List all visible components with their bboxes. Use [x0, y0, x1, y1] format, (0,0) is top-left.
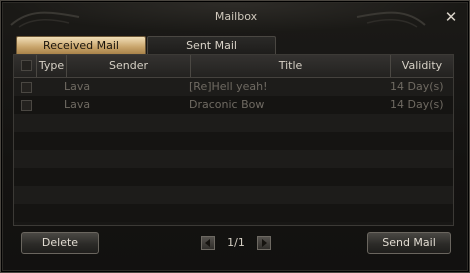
column-validity: Validity [390, 55, 453, 77]
empty-row [14, 204, 453, 222]
close-icon[interactable]: ✕ [441, 7, 461, 27]
table-row[interactable]: Lava [Re]Hell yeah! 14 Day(s) [14, 78, 453, 96]
select-all-checkbox[interactable] [21, 60, 32, 71]
row-sender: Lava [64, 80, 91, 93]
empty-row [14, 150, 453, 168]
empty-row [14, 132, 453, 150]
delete-button[interactable]: Delete [21, 232, 99, 254]
column-type: Type [36, 55, 66, 77]
mailbox-window: Mailbox ✕ Received Mail Sent Mail Type S… [0, 0, 470, 273]
row-validity: 14 Day(s) [390, 98, 444, 111]
empty-row [14, 186, 453, 204]
tab-received-mail[interactable]: Received Mail [16, 36, 146, 55]
empty-row [14, 114, 453, 132]
table-header: Type Sender Title Validity [14, 55, 453, 78]
column-title: Title [190, 55, 390, 77]
row-sender: Lava [64, 98, 91, 111]
row-checkbox[interactable] [21, 100, 32, 111]
mail-list: Type Sender Title Validity Lava [Re]Hell… [13, 54, 454, 226]
empty-row [14, 168, 453, 186]
table-row[interactable]: Lava Draconic Bow 14 Day(s) [14, 96, 453, 114]
send-mail-button[interactable]: Send Mail [367, 232, 451, 254]
column-sender: Sender [66, 55, 190, 77]
arrow-left-icon[interactable] [201, 236, 215, 250]
row-title: Draconic Bow [189, 98, 265, 111]
tab-sent-mail[interactable]: Sent Mail [147, 36, 276, 55]
window-title: Mailbox [214, 10, 258, 23]
row-validity: 14 Day(s) [390, 80, 444, 93]
row-checkbox[interactable] [21, 82, 32, 93]
page-indicator: 1/1 [227, 236, 245, 249]
arrow-right-icon[interactable] [257, 236, 271, 250]
row-title: [Re]Hell yeah! [189, 80, 268, 93]
